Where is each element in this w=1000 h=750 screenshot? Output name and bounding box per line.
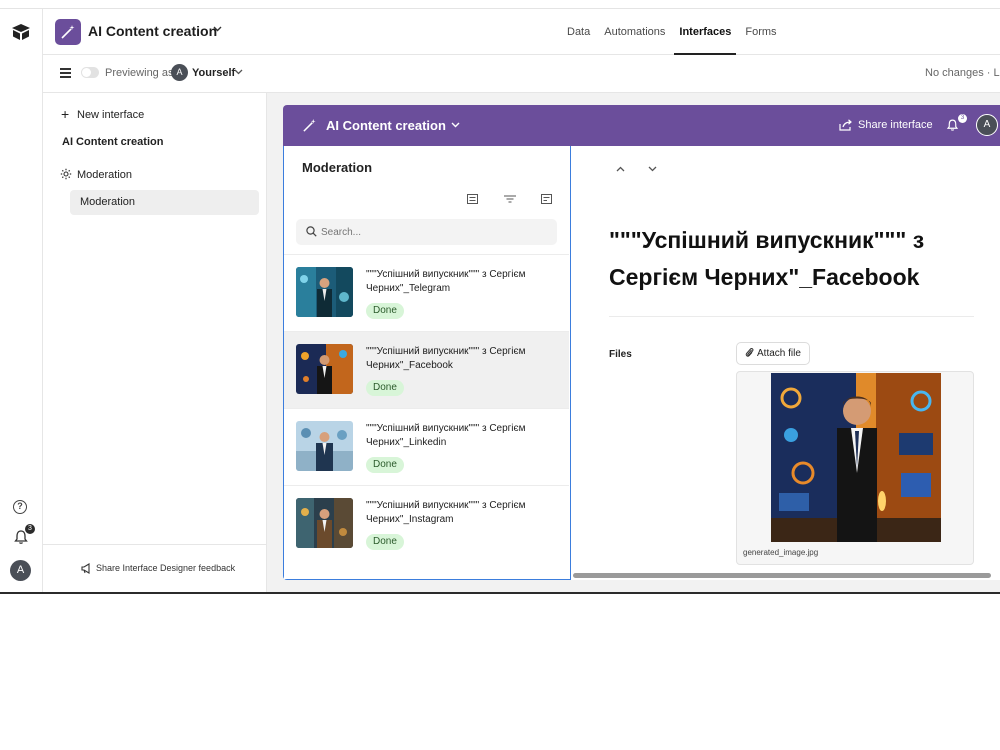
generated-image-preview [771, 373, 941, 542]
record-list-panel: Moderation Search... """Успішний випускн… [283, 146, 571, 580]
gear-icon [60, 168, 72, 180]
record-title: """Успішний випускник""" з Сергієм Черни… [366, 423, 526, 448]
previewing-label: Previewing as [105, 67, 174, 79]
nav-forms[interactable]: Forms [740, 9, 781, 55]
previous-record-icon[interactable] [616, 166, 625, 172]
attach-file-label: Attach file [757, 348, 801, 359]
help-icon[interactable]: ? [13, 500, 27, 514]
record-title: """Успішний випускник""" з Сергієм Черни… [366, 269, 526, 294]
file-name: generated_image.jpg [743, 548, 819, 557]
interface-title[interactable]: AI Content creation [326, 118, 446, 133]
files-field-label: Files [609, 349, 632, 360]
horizontal-scrollbar[interactable] [573, 573, 991, 578]
record-thumbnail [296, 267, 353, 317]
new-interface-button[interactable]: + New interface [61, 106, 144, 122]
magic-wand-icon [303, 118, 316, 132]
filter-icon[interactable] [504, 195, 516, 203]
status-badge: Done [366, 457, 404, 473]
magic-wand-icon [61, 25, 75, 39]
list-item[interactable]: """Успішний випускник""" з Сергієм Черни… [284, 254, 569, 331]
notifications-bell-icon[interactable] [946, 118, 959, 132]
chevron-down-icon[interactable] [234, 69, 243, 75]
divider [609, 316, 974, 317]
preview-user-select[interactable]: Yourself [192, 67, 235, 79]
share-interface-button[interactable]: Share interface [858, 119, 933, 131]
record-thumbnail [296, 421, 353, 471]
next-record-icon[interactable] [648, 166, 657, 172]
sidebar-footer: Share Interface Designer feedback [43, 544, 266, 592]
preview-bar: Previewing as A Yourself No changes · La… [43, 55, 1000, 93]
chevron-down-icon[interactable] [451, 122, 460, 128]
record-detail-panel: """Успішний випускник""" з Сергієм Черни… [571, 146, 1000, 580]
top-header: AI Content creation Data Automations Int… [43, 9, 1000, 55]
interface-preview: AI Content creation Share interface 3 A … [283, 105, 1000, 580]
chevron-down-icon[interactable] [213, 26, 222, 32]
app-window: ? 3 A AI Content creation Data Automatio… [0, 0, 1000, 594]
interface-sidebar: + New interface AI Content creation Moder… [43, 93, 267, 592]
search-box[interactable] [296, 219, 557, 245]
hamburger-menu-icon[interactable] [60, 68, 71, 78]
record-title: """Успішний випускник""" з Сергієм Черни… [366, 500, 526, 525]
sort-icon[interactable] [541, 194, 552, 204]
record-thumbnail [296, 498, 353, 548]
interface-header-bar: AI Content creation Share interface 3 A [283, 105, 1000, 146]
share-icon [839, 119, 852, 131]
search-input[interactable] [321, 223, 541, 241]
sidebar-item-moderation[interactable]: Moderation [70, 190, 259, 215]
user-avatar[interactable]: A [10, 560, 31, 581]
list-item[interactable]: """Успішний випускник""" з Сергієм Черни… [284, 408, 569, 485]
record-thumbnail [296, 344, 353, 394]
app-title[interactable]: AI Content creation [88, 23, 217, 39]
top-nav: Data Automations Interfaces Forms [562, 9, 786, 55]
user-avatar[interactable]: A [976, 114, 998, 136]
app-icon[interactable] [55, 19, 81, 45]
browser-edge [0, 0, 1000, 9]
left-rail: ? 3 A [0, 9, 43, 592]
save-status: No changes · Las [925, 67, 1000, 79]
interface-canvas: AI Content creation Share interface 3 A … [267, 93, 1000, 592]
search-icon [306, 226, 317, 237]
nav-interfaces[interactable]: Interfaces [674, 9, 737, 55]
sidebar-section-title: AI Content creation [62, 136, 164, 148]
record-title: """Успішний випускник""" з Сергієм Черни… [366, 346, 526, 371]
record-rows: """Успішний випускник""" з Сергієм Черни… [284, 254, 569, 562]
status-badge: Done [366, 380, 404, 396]
fields-icon[interactable] [467, 194, 478, 204]
notification-count-badge: 3 [958, 114, 967, 123]
app-logo-icon[interactable] [11, 23, 31, 41]
nav-data[interactable]: Data [562, 9, 595, 55]
sidebar-group-label: Moderation [77, 169, 133, 181]
list-title: Moderation [302, 160, 373, 175]
file-attachment-card[interactable]: generated_image.jpg [736, 371, 974, 565]
status-badge: Done [366, 534, 404, 550]
preview-user-avatar: A [171, 64, 188, 81]
record-title-heading: """Успішний випускник""" з Сергієм Черни… [609, 227, 925, 290]
sidebar-group-moderation[interactable]: Moderation [60, 168, 132, 181]
new-interface-label: New interface [77, 109, 145, 121]
notification-count-badge: 3 [25, 524, 35, 534]
list-item[interactable]: """Успішний випускник""" з Сергієм Черни… [284, 485, 569, 562]
list-item[interactable]: """Успішний випускник""" з Сергієм Черни… [284, 331, 569, 408]
megaphone-icon [81, 563, 90, 574]
paperclip-icon [745, 347, 754, 357]
share-feedback-link[interactable]: Share Interface Designer feedback [96, 563, 235, 573]
attach-file-button[interactable]: Attach file [736, 342, 810, 365]
preview-toggle[interactable] [81, 67, 99, 78]
nav-automations[interactable]: Automations [599, 9, 670, 55]
plus-icon: + [61, 106, 70, 122]
status-badge: Done [366, 303, 404, 319]
